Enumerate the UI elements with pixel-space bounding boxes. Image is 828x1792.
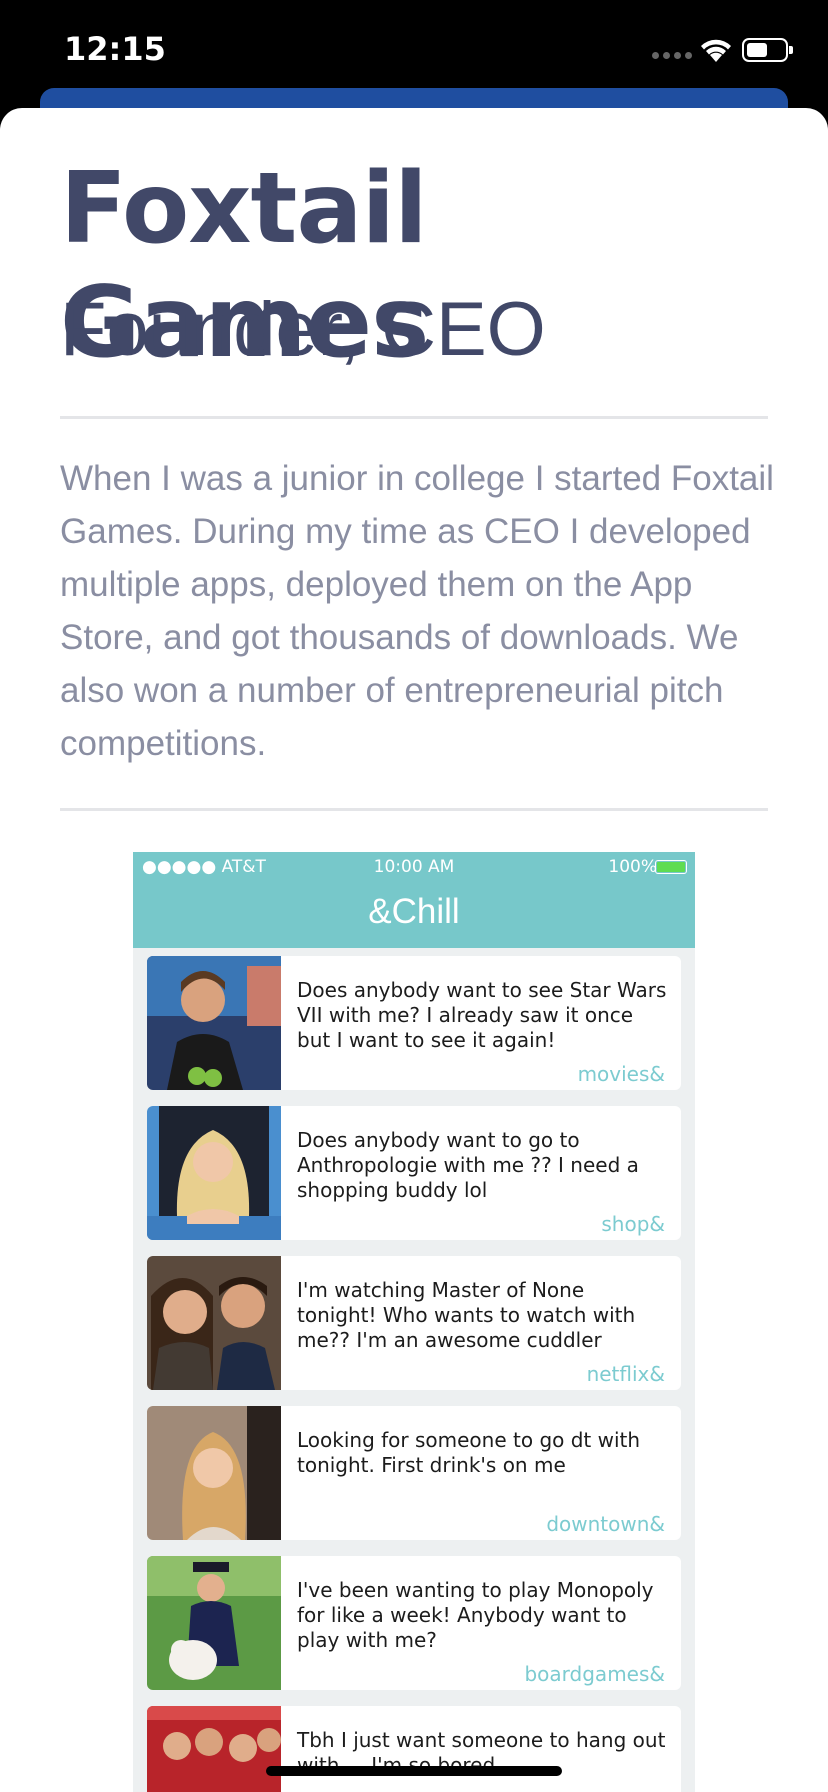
wifi-icon — [701, 39, 731, 62]
experience-description: When I was a junior in college I started… — [60, 459, 774, 763]
post-photo — [147, 1106, 281, 1240]
app-battery-icon — [655, 860, 687, 874]
post-photo — [147, 1256, 281, 1390]
post-card: Tbh I just want someone to hang out with… — [147, 1706, 681, 1792]
post-card: I've been wanting to play Monopoly for l… — [147, 1556, 681, 1690]
post-text: I'm watching Master of None tonight! Who… — [297, 1278, 636, 1352]
post-card: Does anybody want to see Star Wars VII w… — [147, 956, 681, 1090]
post-tag: downtown& — [546, 1512, 665, 1536]
app-header: ●●●●● AT&T 10:00 AM 100% &Chill — [133, 852, 695, 948]
post-text: Does anybody want to see Star Wars VII w… — [297, 978, 667, 1052]
role-title: Founder, CEO — [60, 287, 546, 372]
post-card: Looking for someone to go dt with tonigh… — [147, 1406, 681, 1540]
home-indicator[interactable] — [266, 1766, 562, 1776]
post-photo — [147, 956, 281, 1090]
app-screenshot: ●●●●● AT&T 10:00 AM 100% &Chill Does any… — [133, 852, 695, 1792]
app-battery-text: 100% — [608, 857, 657, 877]
post-text: I've been wanting to play Monopoly for l… — [297, 1578, 654, 1652]
experience-sheet[interactable]: Foxtail Games Founder, CEO When I was a … — [0, 108, 828, 1792]
status-bar: 12:15 — [0, 0, 828, 100]
status-time: 12:15 — [64, 30, 166, 68]
post-tag: netflix& — [586, 1362, 665, 1386]
post-tag: shop& — [601, 1212, 665, 1236]
divider-top — [60, 416, 768, 419]
post-photo — [147, 1556, 281, 1690]
post-photo — [147, 1706, 281, 1792]
battery-icon — [742, 38, 793, 62]
app-title: &Chill — [368, 892, 460, 931]
post-tag: movies& — [577, 1062, 665, 1086]
divider-bottom — [60, 808, 768, 811]
post-text: Looking for someone to go dt with tonigh… — [297, 1428, 641, 1477]
post-tag: boardgames& — [524, 1662, 665, 1686]
post-text: Does anybody want to go to Anthropologie… — [297, 1128, 639, 1202]
cellular-signal-icon — [652, 52, 692, 59]
post-card: Does anybody want to go to Anthropologie… — [147, 1106, 681, 1240]
post-card: I'm watching Master of None tonight! Who… — [147, 1256, 681, 1390]
post-photo — [147, 1406, 281, 1540]
